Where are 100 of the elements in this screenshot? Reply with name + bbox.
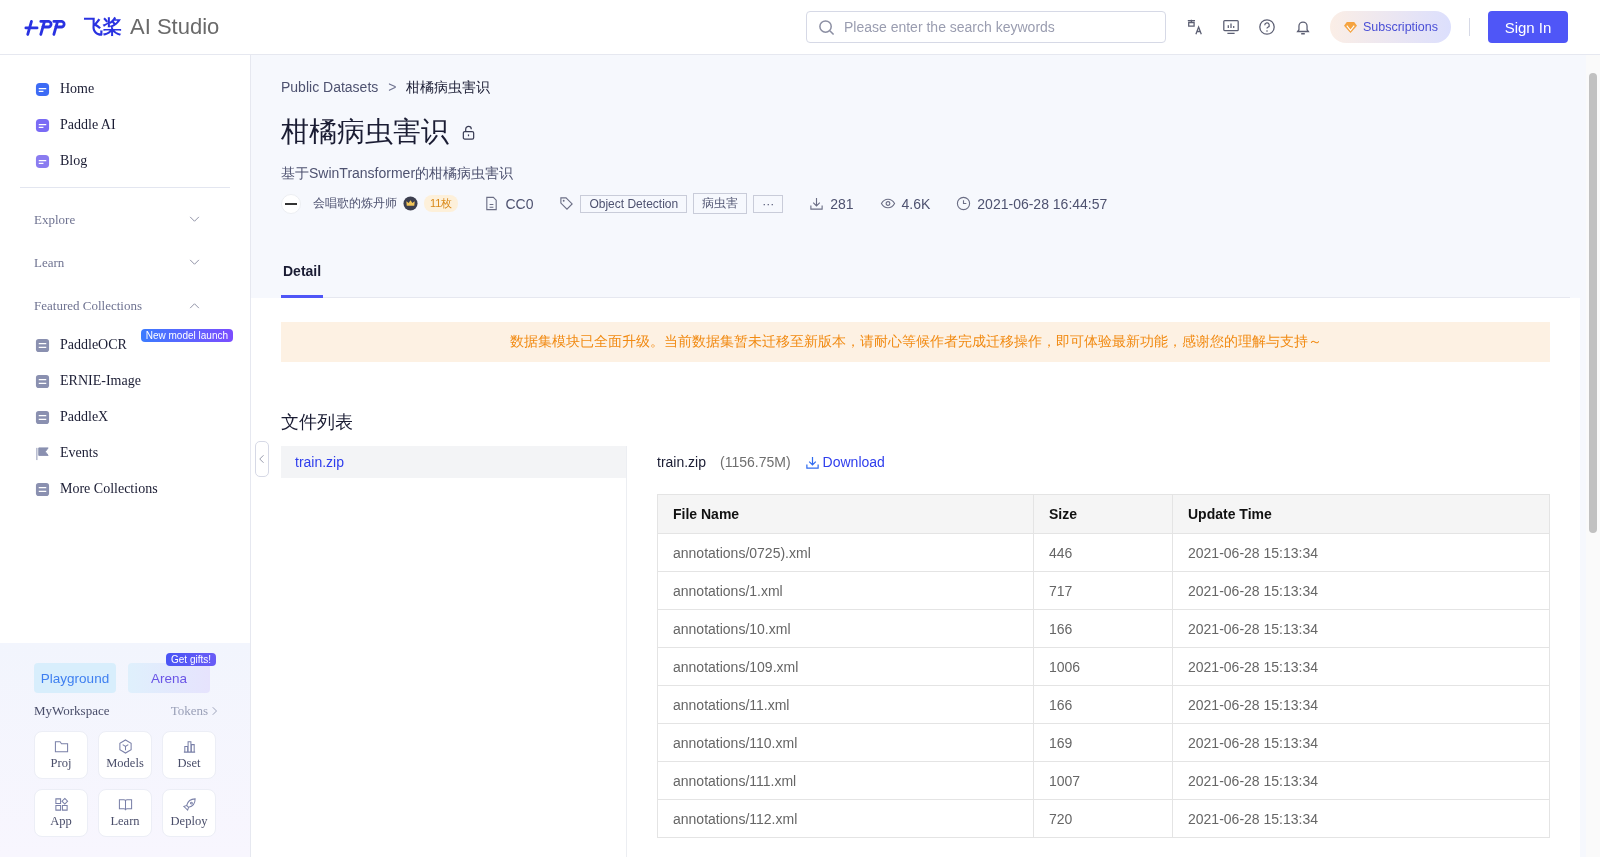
rocket-icon — [181, 797, 197, 812]
section-header[interactable]: Explore — [20, 198, 230, 241]
table-cell: 1007 — [1033, 761, 1173, 800]
apps-icon — [53, 797, 69, 812]
workspace-title: MyWorkspace — [34, 703, 110, 719]
crown-icon — [403, 196, 418, 211]
workspace-tile[interactable]: App — [34, 789, 88, 837]
unlock-icon — [461, 124, 476, 140]
download-icon — [804, 454, 820, 470]
chevron-icon — [189, 259, 200, 266]
table-cell: 2021-06-28 15:13:34 — [1172, 571, 1550, 610]
sidebar-item[interactable]: Paddle AI — [20, 107, 230, 143]
workspace-tile[interactable]: Proj — [34, 731, 88, 779]
file-size: (1156.75M) — [720, 454, 791, 470]
sidebar-item[interactable]: Blog — [20, 143, 230, 179]
dataset-title: 柑橘病虫害识 — [281, 114, 449, 150]
tag[interactable]: Object Detection — [580, 194, 688, 213]
section-title: 文件列表 — [281, 410, 354, 434]
table-cell: 166 — [1033, 685, 1173, 724]
breadcrumb-link[interactable]: 柑橘病虫害识 — [406, 79, 491, 97]
sidebar-item[interactable]: Home — [20, 71, 230, 107]
table-cell: 2021-06-28 15:13:34 — [1172, 799, 1550, 838]
folder-icon — [53, 739, 69, 754]
author-avatar — [281, 193, 301, 214]
table-cell: 2021-06-28 15:13:34 — [1172, 685, 1550, 724]
column-header: File Name — [657, 494, 1034, 534]
bar-chart-icon — [181, 739, 197, 754]
download-link[interactable]: Download — [804, 454, 885, 470]
sidebar-item[interactable]: PaddleOCR New model launch — [20, 327, 230, 363]
chevron-icon — [212, 706, 218, 716]
logo-text: 飞桨 — [84, 14, 122, 39]
table-cell: 2021-06-28 15:13:34 — [1172, 533, 1550, 572]
download-count: 281 — [830, 195, 854, 212]
table-cell: 169 — [1033, 723, 1173, 762]
table-cell: 720 — [1033, 799, 1173, 838]
tag[interactable]: 病虫害 — [693, 193, 748, 214]
new-badge: New model launch — [140, 329, 233, 342]
author-name[interactable]: 会唱歌的炼丹师 — [313, 195, 397, 212]
section-header[interactable]: Learn — [20, 241, 230, 284]
sidebar-item[interactable]: ERNIE-Image — [20, 363, 230, 399]
table-cell: annotations/111.xml — [657, 761, 1034, 800]
collection-icon — [35, 445, 50, 461]
translate-icon[interactable] — [1185, 18, 1204, 36]
collection-icon — [35, 481, 50, 497]
table-cell: annotations/1.xml — [657, 571, 1034, 610]
search-field[interactable]: Please enter the search keywords — [805, 11, 1166, 43]
workspace-tile[interactable]: Models — [98, 731, 152, 779]
table-cell: annotations/11.xml — [657, 685, 1034, 724]
book-icon — [117, 797, 133, 812]
view-count: 4.6K — [901, 195, 931, 212]
chevron-icon — [189, 302, 200, 309]
gift-badge: Get gifts! — [166, 653, 216, 666]
collapse-handle[interactable] — [255, 441, 269, 477]
tag-icon — [559, 196, 575, 211]
workspace-tile[interactable]: Learn — [98, 789, 152, 837]
collection-icon — [35, 409, 50, 425]
clock-icon — [956, 196, 972, 211]
table-cell: annotations/10.xml — [657, 609, 1034, 648]
column-header: Size — [1033, 494, 1173, 534]
table-cell: annotations/110.xml — [657, 723, 1034, 762]
breadcrumb-separator: > — [388, 79, 397, 97]
sidebar-item[interactable]: Events — [20, 435, 230, 471]
sign-in-button[interactable]: Sign In — [1488, 11, 1568, 43]
monitor-icon[interactable] — [1221, 18, 1240, 36]
table-cell: annotations/112.xml — [657, 799, 1034, 838]
column-header: Update Time — [1172, 494, 1550, 534]
app-icon — [35, 81, 50, 97]
table-cell: 2021-06-28 15:13:34 — [1172, 609, 1550, 648]
collection-icon — [35, 373, 50, 389]
notice-banner: 数据集模块已全面升级。当前数据集暂未迁移至新版本，请耐心等候作者完成迁移操作，即可体验最新功能，感谢您的理解与支持～ — [281, 322, 1550, 362]
update-date: 2021-06-28 16:44:57 — [977, 195, 1108, 212]
scrollbar[interactable] — [1586, 55, 1600, 857]
coin-badge: 11枚 — [424, 195, 459, 212]
workspace-tile[interactable]: Dset — [162, 731, 216, 779]
app-icon — [35, 153, 50, 169]
table-cell: 2021-06-28 15:13:34 — [1172, 647, 1550, 686]
collection-icon — [35, 337, 50, 353]
help-icon[interactable] — [1257, 18, 1276, 36]
eye-icon — [879, 196, 896, 211]
diamond-icon — [1342, 20, 1358, 34]
sidebar-item[interactable]: More Collections — [20, 471, 230, 507]
file-name: train.zip — [657, 454, 707, 470]
sidebar-item[interactable]: PaddleX — [20, 399, 230, 435]
tag[interactable]: ··· — [753, 194, 784, 213]
section-header[interactable]: Featured Collections — [20, 284, 230, 327]
table-cell: 2021-06-28 15:13:34 — [1172, 761, 1550, 800]
table-cell: 717 — [1033, 571, 1173, 610]
breadcrumb-link[interactable]: Public Datasets — [281, 79, 379, 97]
table-cell: 166 — [1033, 609, 1173, 648]
license-text: CC0 — [505, 195, 534, 212]
dataset-description: 基于SwinTransformer的柑橘病虫害识 — [281, 165, 515, 183]
table-cell: 2021-06-28 15:13:34 — [1172, 723, 1550, 762]
app-icon — [35, 117, 50, 133]
table-cell: 1006 — [1033, 647, 1173, 686]
table-cell: 446 — [1033, 533, 1173, 572]
workspace-tile[interactable]: Deploy — [162, 789, 216, 837]
chevron-icon — [189, 216, 200, 223]
file-list-item[interactable]: train.zip — [281, 446, 626, 478]
subscriptions-button[interactable]: Subscriptions — [1329, 11, 1451, 43]
table-cell: annotations/109.xml — [657, 647, 1034, 686]
